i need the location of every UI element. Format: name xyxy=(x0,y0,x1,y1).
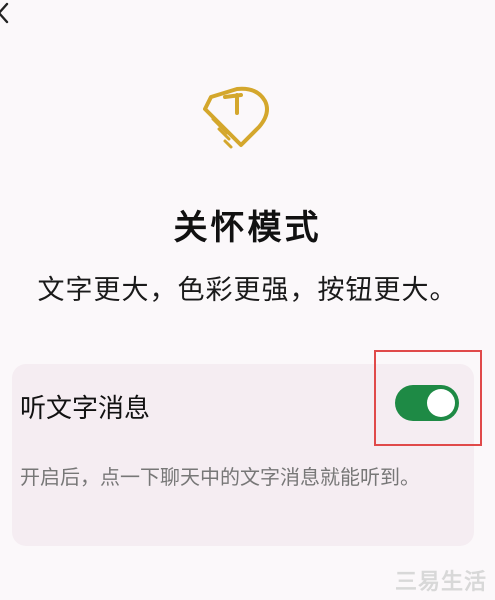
chevron-left-icon xyxy=(0,2,9,24)
care-mode-icon xyxy=(203,86,269,149)
page-subtitle: 文字更大，色彩更强，按钮更大。 xyxy=(37,275,458,306)
watermark: 三易生活 xyxy=(394,570,487,595)
listen-text-toggle[interactable] xyxy=(395,385,459,421)
setting-label: 听文字消息 xyxy=(20,394,151,424)
setting-description: 开启后，点一下聊天中的文字消息就能听到。 xyxy=(20,465,420,489)
back-button[interactable] xyxy=(0,0,14,28)
page-title: 关怀模式 xyxy=(173,208,322,248)
toggle-knob xyxy=(427,389,455,417)
